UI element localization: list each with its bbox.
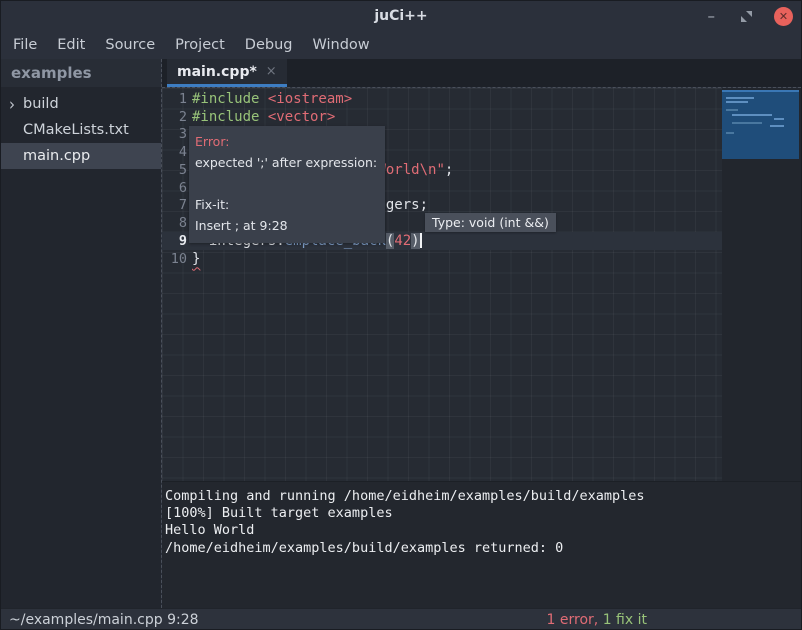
- tree-item-cmakelists[interactable]: CMakeLists.txt: [1, 117, 161, 143]
- minimize-button[interactable]: –: [704, 11, 720, 21]
- line-number: 1: [162, 91, 187, 107]
- status-file-location: ~/examples/main.cpp 9:28: [9, 612, 199, 628]
- tree-item-label: build: [23, 96, 59, 112]
- tree-item-label: CMakeLists.txt: [23, 122, 129, 138]
- tree-item-label: main.cpp: [23, 148, 90, 164]
- minimap-code-mark: [732, 122, 762, 124]
- tree-item-build[interactable]: › build: [1, 91, 161, 117]
- fixit-text: Insert ; at 9:28: [195, 215, 377, 236]
- minimap-code-mark: [732, 114, 772, 116]
- line-number: 6: [162, 180, 187, 196]
- statusbar: ~/examples/main.cpp 9:28 1 error , 1 fix…: [1, 608, 801, 630]
- restore-icon[interactable]: [741, 11, 752, 22]
- line-number: 5: [162, 162, 187, 178]
- fixit-count[interactable]: 1 fix it: [603, 612, 647, 628]
- menu-source[interactable]: Source: [95, 37, 165, 53]
- terminal-line: [100%] Built target examples: [165, 505, 801, 522]
- minimap-code-mark: [770, 125, 784, 127]
- menu-edit[interactable]: Edit: [47, 37, 95, 53]
- tree-item-main-cpp[interactable]: main.cpp: [1, 143, 161, 169]
- code-line-2[interactable]: 2#include <vector>: [162, 108, 722, 126]
- close-button[interactable]: ✕: [774, 7, 793, 26]
- menubar: File Edit Source Project Debug Window: [1, 31, 801, 59]
- minimap-code-mark: [726, 101, 748, 103]
- line-number: 10: [162, 251, 187, 267]
- project-name-header: examples: [1, 59, 161, 87]
- terminal-line: Compiling and running /home/eidheim/exam…: [165, 488, 801, 505]
- diagnostics-separator: ,: [594, 612, 603, 628]
- minimap-code-mark: [774, 118, 784, 120]
- code-line-10[interactable]: 10}: [162, 250, 722, 268]
- code-line-1[interactable]: 1#include <iostream>: [162, 90, 722, 108]
- file-tree: › build CMakeLists.txt main.cpp: [1, 87, 161, 169]
- window-title: juCi++: [374, 8, 427, 24]
- line-number: 3: [162, 126, 187, 142]
- minimap-code-mark: [726, 132, 734, 134]
- tab-label: main.cpp*: [177, 64, 257, 80]
- error-tooltip: Error: expected ';' after expression: Fi…: [189, 126, 385, 243]
- code-editor[interactable]: 1#include <iostream>2#include <vector>3 4…: [162, 87, 801, 481]
- editor-column: main.cpp* × 1#include <iostream>2#includ…: [161, 59, 801, 608]
- terminal-line: /home/eidheim/examples/build/examples re…: [165, 540, 801, 557]
- minimap-code-mark: [726, 109, 738, 111]
- line-number: 2: [162, 109, 187, 125]
- terminal-line: Hello World: [165, 522, 801, 539]
- menu-window[interactable]: Window: [302, 37, 379, 53]
- code-text[interactable]: #include <iostream>: [187, 91, 352, 107]
- fixit-label: Fix-it:: [195, 194, 377, 215]
- text-cursor: [420, 233, 422, 248]
- content-area: examples › build CMakeLists.txt main.cpp…: [1, 59, 801, 608]
- terminal-output[interactable]: Compiling and running /home/eidheim/exam…: [162, 481, 801, 608]
- menu-debug[interactable]: Debug: [235, 37, 303, 53]
- tab-close-icon[interactable]: ×: [266, 64, 277, 79]
- error-tooltip-title: Error:: [195, 131, 377, 152]
- line-number: 8: [162, 215, 187, 231]
- file-tree-sidebar: examples › build CMakeLists.txt main.cpp: [1, 59, 161, 608]
- tooltip-spacer: [195, 173, 377, 194]
- status-diagnostics[interactable]: 1 error , 1 fix it: [547, 609, 647, 630]
- chevron-right-icon[interactable]: ›: [9, 94, 23, 115]
- error-tooltip-message: expected ';' after expression:: [195, 152, 377, 173]
- type-tooltip: Type: void (int &&): [425, 213, 556, 232]
- minimap-code-mark: [726, 97, 754, 99]
- menu-file[interactable]: File: [3, 37, 47, 53]
- app-window: juCi++ – ✕ File Edit Source Project Debu…: [0, 0, 802, 630]
- code-text[interactable]: }: [187, 251, 200, 267]
- error-count[interactable]: 1 error: [547, 612, 594, 628]
- minimap[interactable]: [722, 90, 799, 159]
- line-number: 9: [162, 233, 187, 249]
- overview-strip: [722, 88, 801, 481]
- window-controls: – ✕: [704, 1, 794, 31]
- line-number: 7: [162, 197, 187, 213]
- tabbar: main.cpp* ×: [162, 59, 801, 87]
- menu-project[interactable]: Project: [165, 37, 235, 53]
- line-number: 4: [162, 144, 187, 160]
- code-text[interactable]: #include <vector>: [187, 109, 335, 125]
- tab-main-cpp[interactable]: main.cpp* ×: [167, 59, 287, 87]
- titlebar[interactable]: juCi++ – ✕: [1, 1, 801, 31]
